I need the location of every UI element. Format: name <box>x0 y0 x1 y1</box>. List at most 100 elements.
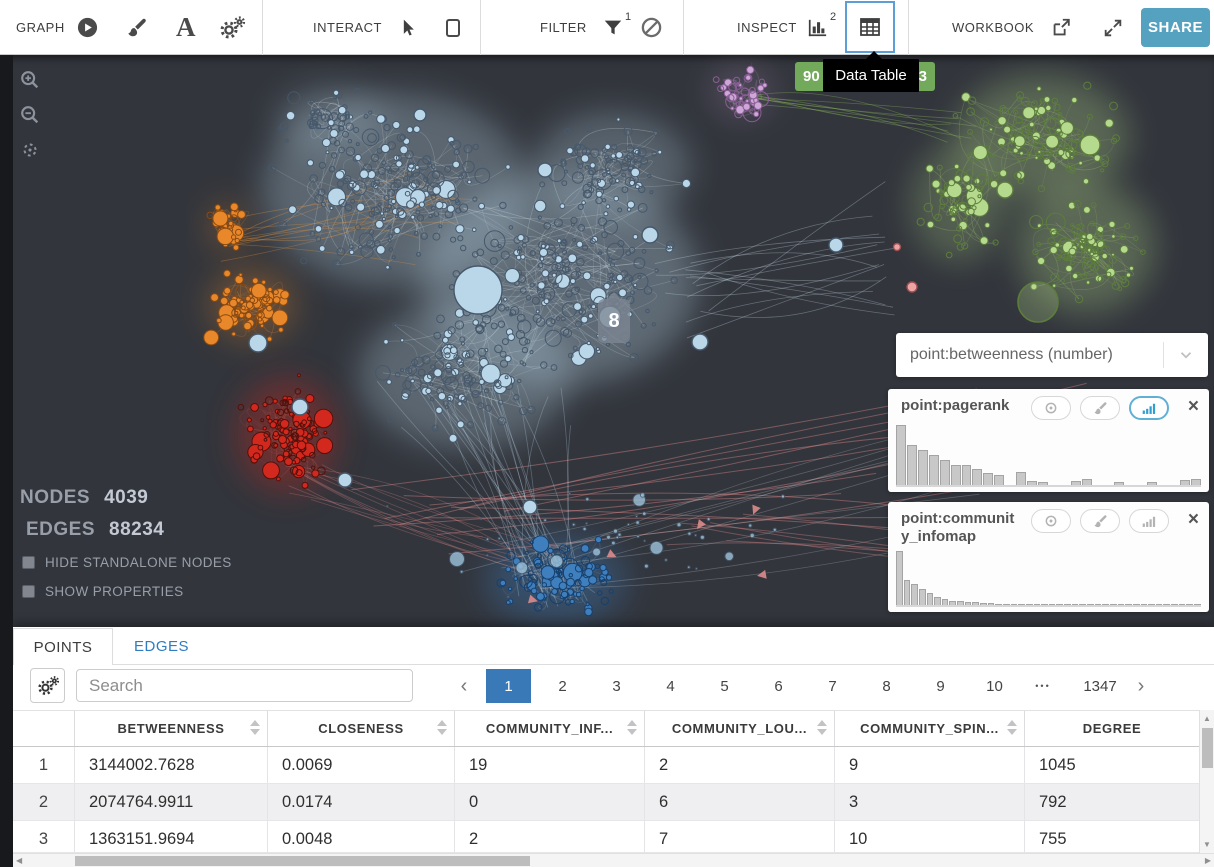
pointer-tool-button[interactable] <box>398 0 418 55</box>
show-properties-label: SHOW PROPERTIES <box>45 584 184 599</box>
cursor-icon <box>398 16 418 40</box>
center-view-button[interactable] <box>19 139 41 161</box>
filter-button[interactable] <box>602 0 624 55</box>
histogram-pill-button[interactable] <box>1129 509 1169 533</box>
marquee-select-button[interactable] <box>446 0 460 55</box>
horizontal-scrollbar[interactable]: ◀ ▶ <box>13 853 1214 867</box>
scroll-right-arrow[interactable]: ▶ <box>1205 856 1211 865</box>
sort-icon[interactable] <box>627 720 637 735</box>
page-button-10[interactable]: 10 <box>972 669 1017 703</box>
ban-icon <box>640 16 663 39</box>
table-row[interactable]: 3 1363151.9694 0.0048 2 7 10 755 <box>13 821 1199 853</box>
community-infomap-histogram[interactable] <box>896 549 1201 607</box>
show-properties-checkbox[interactable] <box>22 585 35 598</box>
layout-settings-gears-button[interactable] <box>218 0 246 55</box>
fullscreen-button[interactable] <box>1102 0 1124 55</box>
tab-points[interactable]: POINTS <box>13 628 113 665</box>
page-button-4[interactable]: 4 <box>648 669 693 703</box>
histogram-pill-button[interactable] <box>1129 396 1169 420</box>
histogram-panel-controls <box>1031 396 1169 420</box>
column-header-degree[interactable]: DEGREE <box>1025 711 1199 746</box>
column-header-closeness[interactable]: CLOSENESS <box>268 711 455 746</box>
zoom-out-button[interactable] <box>19 104 41 126</box>
page-button-6[interactable]: 6 <box>756 669 801 703</box>
sort-icon[interactable] <box>250 720 260 735</box>
page-button-9[interactable]: 9 <box>918 669 963 703</box>
show-properties-checkbox-row[interactable]: SHOW PROPERTIES <box>22 584 232 599</box>
top-toolbar: GRAPH A INTERACT FILTER 1 <box>0 0 1214 55</box>
page-button-last[interactable]: 1347 <box>1072 669 1128 703</box>
vertical-scrollbar-thumb[interactable] <box>1202 728 1213 768</box>
graph-canvas[interactable]: 90 3 8 NODES 4039 EDGES 88234 HIDE STAND… <box>0 55 1214 627</box>
page-button-8[interactable]: 8 <box>864 669 909 703</box>
data-table-button-active[interactable] <box>845 1 895 53</box>
table-row[interactable]: 2 2074764.9911 0.0174 0 6 3 792 <box>13 784 1199 821</box>
column-header-betweenness[interactable]: BETWEENNESS <box>75 711 268 746</box>
vertical-scrollbar[interactable]: ▲ ▼ <box>1199 710 1214 853</box>
next-page-button[interactable]: › <box>1128 675 1154 698</box>
app-root: GRAPH A INTERACT FILTER 1 <box>0 0 1214 867</box>
data-table-panel: POINTS EDGES ‹ 1 2 3 4 5 6 7 8 9 10 ••• … <box>13 627 1214 867</box>
exclusion-button[interactable] <box>640 0 663 55</box>
page-button-5[interactable]: 5 <box>702 669 747 703</box>
zoom-in-button[interactable] <box>19 69 41 91</box>
toolbar-divider <box>683 0 684 55</box>
cell-closeness: 0.0048 <box>268 821 455 852</box>
edges-value: 88234 <box>109 519 164 541</box>
cell-community-louvain: 7 <box>645 821 835 852</box>
filter-target-pill-button[interactable] <box>1031 509 1071 533</box>
paintbrush-icon <box>126 17 148 39</box>
cell-community-spinglass: 10 <box>835 821 1025 852</box>
attribute-selector-dropdown[interactable]: point:betweenness (number) <box>896 333 1208 377</box>
cell-community-spinglass: 3 <box>835 784 1025 820</box>
share-button[interactable]: SHARE <box>1141 8 1210 47</box>
search-input[interactable] <box>76 669 413 702</box>
page-button-1[interactable]: 1 <box>486 669 531 703</box>
close-panel-button[interactable]: × <box>1188 396 1199 418</box>
prev-page-button[interactable]: ‹ <box>451 675 477 698</box>
chevron-down-icon <box>1164 346 1208 364</box>
page-button-2[interactable]: 2 <box>540 669 585 703</box>
page-button-7[interactable]: 7 <box>810 669 855 703</box>
column-header-community-louvain[interactable]: COMMUNITY_LOU... <box>645 711 835 746</box>
hide-standalone-nodes-checkbox-row[interactable]: HIDE STANDALONE NODES <box>22 555 232 570</box>
column-header-community-spinglass[interactable]: COMMUNITY_SPIN... <box>835 711 1025 746</box>
cell-degree: 792 <box>1025 784 1199 820</box>
close-panel-button[interactable]: × <box>1188 509 1199 531</box>
play-layout-button[interactable] <box>76 0 99 55</box>
mini-bars-icon <box>1141 401 1158 415</box>
target-icon <box>1043 513 1059 529</box>
row-number: 1 <box>13 747 75 783</box>
scroll-left-arrow[interactable]: ◀ <box>16 856 22 865</box>
column-header-community-infomap[interactable]: COMMUNITY_INF... <box>455 711 645 746</box>
histogram-panel-community-infomap: point:community_infomap × <box>888 502 1209 612</box>
paintbrush-button[interactable] <box>126 0 148 55</box>
page-button-3[interactable]: 3 <box>594 669 639 703</box>
sort-icon[interactable] <box>817 720 827 735</box>
histogram-panel-title: point:pagerank <box>901 397 1009 415</box>
mini-bars-icon <box>1141 514 1158 528</box>
zoom-controls <box>19 69 41 161</box>
pagerank-histogram[interactable] <box>896 423 1201 487</box>
sort-icon[interactable] <box>437 720 447 735</box>
scroll-up-arrow[interactable]: ▲ <box>1200 714 1214 723</box>
histograms-button[interactable] <box>806 0 829 55</box>
table-header-row: BETWEENNESS CLOSENESS COMMUNITY_INF... C… <box>13 710 1199 747</box>
table-row[interactable]: 1 3144002.7628 0.0069 19 2 9 1045 <box>13 747 1199 784</box>
font-settings-button[interactable]: A <box>176 0 196 55</box>
target-icon <box>1043 400 1059 416</box>
gears-icon <box>36 675 60 697</box>
tab-edges[interactable]: EDGES <box>113 628 210 665</box>
nodes-stat: NODES 4039 <box>20 487 232 509</box>
hide-standalone-nodes-checkbox[interactable] <box>22 556 35 569</box>
cell-betweenness: 3144002.7628 <box>75 747 268 783</box>
paint-pill-button[interactable] <box>1080 509 1120 533</box>
paint-pill-button[interactable] <box>1080 396 1120 420</box>
filter-target-pill-button[interactable] <box>1031 396 1071 420</box>
scroll-down-arrow[interactable]: ▼ <box>1200 840 1214 849</box>
open-workbook-button[interactable] <box>1050 0 1072 55</box>
sort-icon[interactable] <box>1007 720 1017 735</box>
horizontal-scrollbar-thumb[interactable] <box>75 856 530 866</box>
table-settings-button[interactable] <box>30 668 65 703</box>
pagination: ‹ 1 2 3 4 5 6 7 8 9 10 ••• 1347 › <box>451 669 1154 703</box>
